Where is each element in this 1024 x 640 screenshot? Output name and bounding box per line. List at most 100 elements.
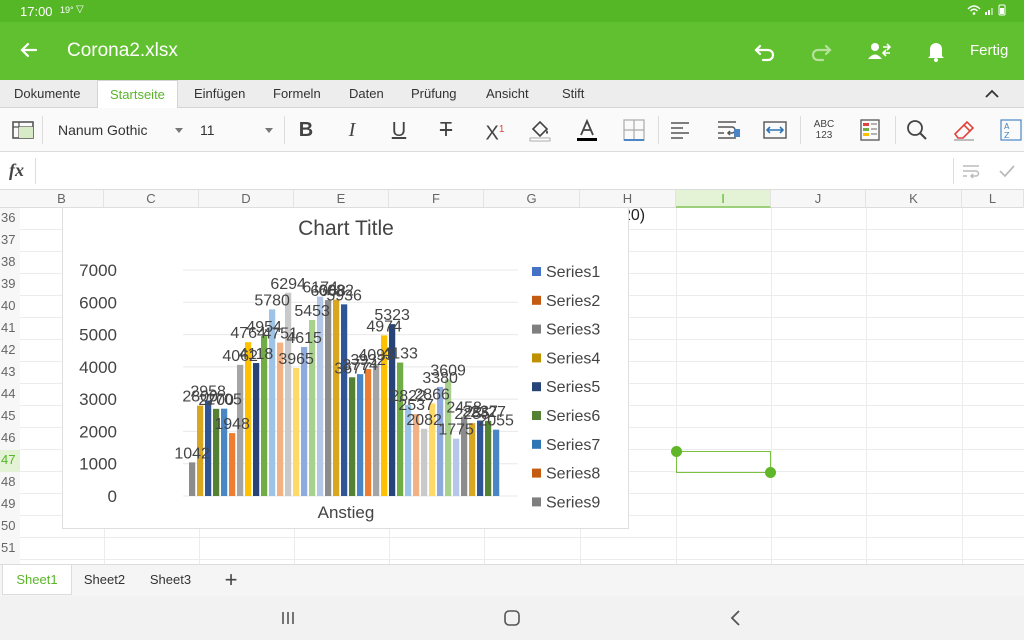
grid-line bbox=[20, 537, 1024, 538]
row-header-40[interactable]: 40 bbox=[0, 296, 20, 318]
home-icon[interactable] bbox=[502, 608, 522, 628]
italic-button[interactable]: I bbox=[340, 116, 364, 144]
chevron-down-icon bbox=[265, 128, 273, 133]
row-header-37[interactable]: 37 bbox=[0, 230, 20, 252]
status-time: 17:00 bbox=[20, 4, 53, 19]
selection-handle-top-left[interactable] bbox=[671, 446, 682, 457]
divider bbox=[284, 116, 285, 144]
grid-line bbox=[20, 559, 1024, 560]
search-icon[interactable] bbox=[904, 117, 930, 143]
formula-bar: fx bbox=[0, 152, 1024, 190]
row-header-50[interactable]: 50 bbox=[0, 516, 20, 538]
ribbon-tabs: Dokumente Startseite Einfügen Formeln Da… bbox=[0, 80, 1024, 109]
row-header-46[interactable]: 46 bbox=[0, 428, 20, 450]
row-header-38[interactable]: 38 bbox=[0, 252, 20, 274]
row-header-44[interactable]: 44 bbox=[0, 384, 20, 406]
sheet-tab-3[interactable]: Sheet3 bbox=[138, 565, 203, 595]
divider bbox=[658, 116, 659, 144]
collapse-ribbon-icon[interactable] bbox=[982, 84, 1002, 104]
tab-ansicht[interactable]: Ansicht bbox=[486, 80, 529, 108]
borders-icon[interactable] bbox=[621, 117, 647, 143]
sheet-tab-1[interactable]: Sheet1 bbox=[2, 565, 72, 595]
row-header-42[interactable]: 42 bbox=[0, 340, 20, 362]
column-header-k[interactable]: K bbox=[866, 190, 962, 208]
back-arrow-icon[interactable] bbox=[16, 36, 42, 64]
row-header-41[interactable]: 41 bbox=[0, 318, 20, 340]
conditional-format-icon[interactable] bbox=[857, 117, 883, 143]
legend-swatch bbox=[532, 295, 541, 305]
add-sheet-icon[interactable]: + bbox=[220, 568, 242, 592]
legend-entry: Series2 bbox=[546, 293, 600, 310]
sort-icon[interactable]: AZ bbox=[998, 117, 1024, 143]
underline-button[interactable]: U bbox=[387, 116, 411, 144]
wifi-signal-battery-icons bbox=[966, 3, 1010, 20]
chart-bar bbox=[293, 367, 300, 496]
eraser-icon[interactable] bbox=[951, 117, 977, 143]
sheet-tab-2[interactable]: Sheet2 bbox=[72, 565, 137, 595]
bold-button[interactable]: B bbox=[294, 116, 318, 144]
back-nav-icon[interactable] bbox=[726, 608, 746, 628]
fill-color-icon[interactable] bbox=[527, 117, 553, 143]
svg-text:Z: Z bbox=[1004, 131, 1010, 140]
column-header-f[interactable]: F bbox=[389, 190, 484, 208]
wrap-text-icon[interactable] bbox=[715, 117, 741, 143]
undo-icon[interactable] bbox=[752, 38, 778, 64]
data-label: 4133 bbox=[382, 346, 418, 363]
row-header-49[interactable]: 49 bbox=[0, 494, 20, 516]
column-header-g[interactable]: G bbox=[484, 190, 580, 208]
number-format-button[interactable]: ABC 123 bbox=[810, 119, 838, 141]
column-header-i[interactable]: I bbox=[676, 190, 771, 208]
tab-pruefung[interactable]: Prüfung bbox=[411, 80, 457, 108]
row-header-43[interactable]: 43 bbox=[0, 362, 20, 384]
wrap-formula-icon[interactable] bbox=[960, 160, 982, 182]
column-header-b[interactable]: B bbox=[20, 190, 104, 208]
function-icon[interactable]: fx bbox=[9, 160, 24, 181]
column-header-c[interactable]: C bbox=[104, 190, 199, 208]
superscript-button[interactable]: X1 bbox=[482, 116, 508, 145]
share-user-icon[interactable] bbox=[866, 38, 892, 64]
selected-cell-i47[interactable] bbox=[676, 451, 771, 473]
row-header-36[interactable]: 36 bbox=[0, 208, 20, 230]
merge-cells-icon[interactable] bbox=[762, 117, 788, 143]
column-header-d[interactable]: D bbox=[199, 190, 294, 208]
row-header-51[interactable]: 51 bbox=[0, 538, 20, 560]
data-label: 1042 bbox=[174, 445, 210, 462]
strikethrough-button[interactable]: T bbox=[434, 116, 458, 144]
font-color-icon[interactable] bbox=[574, 117, 600, 143]
chart-bar bbox=[317, 296, 324, 496]
column-header-j[interactable]: J bbox=[771, 190, 866, 208]
font-family-select[interactable]: Nanum Gothic bbox=[50, 117, 187, 143]
align-left-icon[interactable] bbox=[668, 117, 694, 143]
column-header-e[interactable]: E bbox=[294, 190, 389, 208]
row-header-39[interactable]: 39 bbox=[0, 274, 20, 296]
tab-startseite[interactable]: Startseite bbox=[97, 80, 178, 109]
tab-dokumente[interactable]: Dokumente bbox=[14, 80, 80, 108]
formula-input[interactable] bbox=[42, 156, 942, 186]
font-size-select[interactable]: 11 bbox=[195, 117, 277, 143]
chart-object[interactable]: Chart Title 0 1000 2000 3000 4000 5000 6000 7000… bbox=[62, 207, 629, 529]
legend-swatch bbox=[532, 411, 541, 420]
column-header-l[interactable]: L bbox=[962, 190, 1024, 208]
tab-daten[interactable]: Daten bbox=[349, 80, 384, 108]
recent-apps-icon[interactable] bbox=[278, 608, 298, 628]
tab-einfuegen[interactable]: Einfügen bbox=[194, 80, 245, 108]
confirm-check-icon[interactable] bbox=[996, 160, 1018, 182]
tab-formeln[interactable]: Formeln bbox=[273, 80, 321, 108]
column-header-h[interactable]: H bbox=[580, 190, 676, 208]
selection-handle-bottom-right[interactable] bbox=[765, 467, 776, 478]
chart-bar bbox=[373, 363, 380, 496]
tab-stift[interactable]: Stift bbox=[562, 80, 584, 108]
done-button[interactable]: Fertig bbox=[970, 42, 1008, 59]
row-header-45[interactable]: 45 bbox=[0, 406, 20, 428]
divider bbox=[35, 158, 36, 184]
sheet-layout-icon[interactable] bbox=[10, 117, 36, 143]
redo-icon[interactable] bbox=[808, 38, 834, 64]
notification-bell-icon[interactable] bbox=[923, 38, 949, 64]
data-label: 2055 bbox=[478, 413, 514, 430]
row-header-47[interactable]: 47 bbox=[0, 450, 20, 472]
chart-bar bbox=[253, 363, 260, 496]
row-header-48[interactable]: 48 bbox=[0, 472, 20, 494]
legend-entry: Series6 bbox=[546, 408, 600, 425]
data-label: 6294 bbox=[270, 276, 306, 293]
font-family-value: Nanum Gothic bbox=[58, 122, 148, 138]
